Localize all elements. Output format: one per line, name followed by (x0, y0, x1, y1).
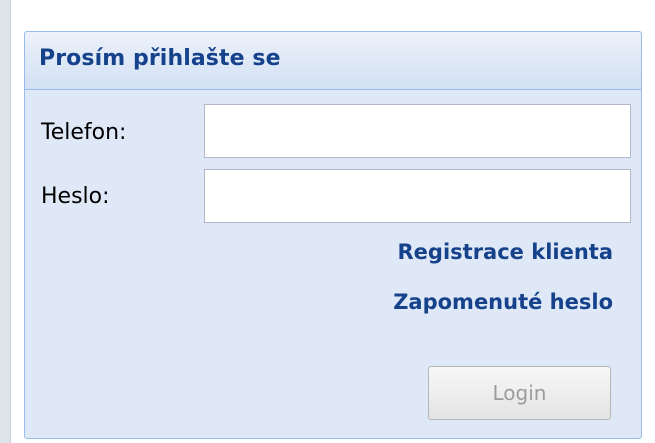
forgot-password-link[interactable]: Zapomenuté heslo (393, 290, 613, 314)
register-client-link[interactable]: Registrace klienta (398, 240, 613, 264)
panel-title: Prosím přihlašte se (39, 46, 281, 71)
password-label: Heslo: (41, 184, 110, 209)
password-input[interactable] (204, 169, 631, 223)
window-left-edge (0, 0, 11, 443)
login-panel: Prosím přihlašte se Telefon: Heslo: Regi… (24, 31, 642, 439)
panel-header: Prosím přihlašte se (25, 32, 641, 90)
phone-label: Telefon: (41, 120, 127, 145)
login-button[interactable]: Login (428, 366, 611, 420)
phone-input[interactable] (204, 104, 631, 158)
